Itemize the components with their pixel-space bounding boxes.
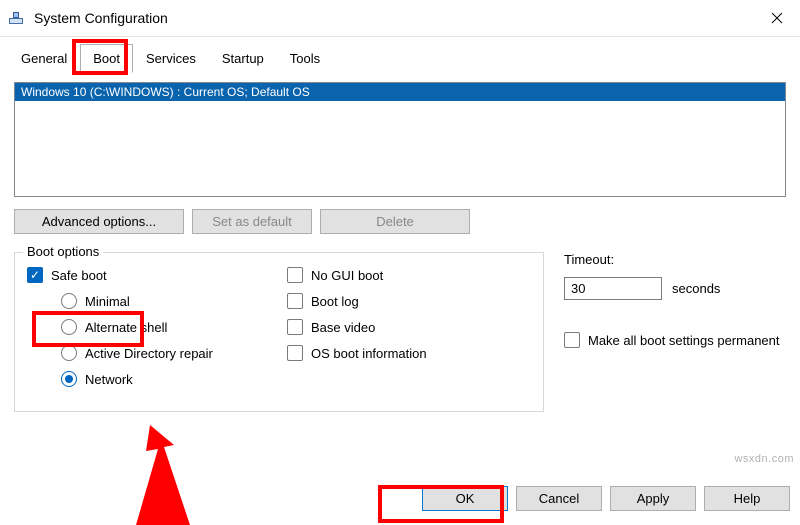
minimal-radio[interactable]	[61, 293, 77, 309]
permanent-option[interactable]: Make all boot settings permanent	[564, 332, 786, 348]
network-label: Network	[85, 372, 133, 387]
base-video-option[interactable]: Base video	[287, 319, 531, 335]
ad-repair-radio[interactable]	[61, 345, 77, 361]
timeout-input[interactable]	[564, 277, 662, 300]
alternate-shell-label: Alternate shell	[85, 320, 167, 335]
ok-button[interactable]: OK	[422, 486, 508, 511]
lower-row: Boot options ✓ Safe boot Minimal	[14, 252, 786, 412]
os-boot-info-checkbox[interactable]	[287, 345, 303, 361]
delete-button[interactable]: Delete	[320, 209, 470, 234]
timeout-label: Timeout:	[564, 252, 786, 267]
safe-boot-label: Safe boot	[51, 268, 107, 283]
set-default-button[interactable]: Set as default	[192, 209, 312, 234]
alternate-shell-option[interactable]: Alternate shell	[61, 319, 267, 335]
window-title: System Configuration	[34, 10, 168, 26]
system-configuration-window: System Configuration General Boot Servic…	[0, 0, 800, 525]
os-action-row: Advanced options... Set as default Delet…	[14, 209, 786, 234]
boot-log-option[interactable]: Boot log	[287, 293, 531, 309]
safe-boot-checkbox[interactable]: ✓	[27, 267, 43, 283]
alternate-shell-radio[interactable]	[61, 319, 77, 335]
permanent-label: Make all boot settings permanent	[588, 333, 780, 348]
ad-repair-option[interactable]: Active Directory repair	[61, 345, 267, 361]
tab-startup[interactable]: Startup	[209, 44, 277, 73]
apply-button[interactable]: Apply	[610, 486, 696, 511]
tab-body: Windows 10 (C:\WINDOWS) : Current OS; De…	[0, 72, 800, 418]
os-boot-info-label: OS boot information	[311, 346, 427, 361]
no-gui-checkbox[interactable]	[287, 267, 303, 283]
network-option[interactable]: Network	[61, 371, 267, 387]
os-list-item[interactable]: Windows 10 (C:\WINDOWS) : Current OS; De…	[15, 83, 785, 101]
base-video-label: Base video	[311, 320, 375, 335]
boot-options-legend: Boot options	[23, 244, 103, 259]
close-button[interactable]	[754, 0, 800, 36]
minimal-label: Minimal	[85, 294, 130, 309]
timeout-panel: Timeout: seconds Make all boot settings …	[564, 252, 786, 412]
network-radio[interactable]	[61, 371, 77, 387]
annotation-arrow-icon	[130, 425, 210, 525]
os-listbox[interactable]: Windows 10 (C:\WINDOWS) : Current OS; De…	[14, 82, 786, 197]
titlebar: System Configuration	[0, 0, 800, 37]
app-icon	[8, 10, 24, 26]
no-gui-option[interactable]: No GUI boot	[287, 267, 531, 283]
boot-options-group: Boot options ✓ Safe boot Minimal	[14, 252, 544, 412]
advanced-options-button[interactable]: Advanced options...	[14, 209, 184, 234]
tab-tools[interactable]: Tools	[277, 44, 333, 73]
watermark-text: wsxdn.com	[734, 453, 794, 465]
safe-boot-option[interactable]: ✓ Safe boot	[27, 267, 267, 283]
timeout-unit: seconds	[672, 281, 720, 296]
no-gui-label: No GUI boot	[311, 268, 383, 283]
tab-general[interactable]: General	[8, 44, 80, 73]
boot-log-checkbox[interactable]	[287, 293, 303, 309]
dialog-footer: OK Cancel Apply Help	[422, 486, 790, 511]
base-video-checkbox[interactable]	[287, 319, 303, 335]
close-icon	[771, 12, 783, 24]
ad-repair-label: Active Directory repair	[85, 346, 213, 361]
help-button[interactable]: Help	[704, 486, 790, 511]
tab-services[interactable]: Services	[133, 44, 209, 73]
minimal-option[interactable]: Minimal	[61, 293, 267, 309]
tab-boot[interactable]: Boot	[80, 44, 133, 73]
permanent-checkbox[interactable]	[564, 332, 580, 348]
boot-log-label: Boot log	[311, 294, 359, 309]
tab-strip: General Boot Services Startup Tools	[0, 37, 800, 72]
os-boot-info-option[interactable]: OS boot information	[287, 345, 531, 361]
cancel-button[interactable]: Cancel	[516, 486, 602, 511]
